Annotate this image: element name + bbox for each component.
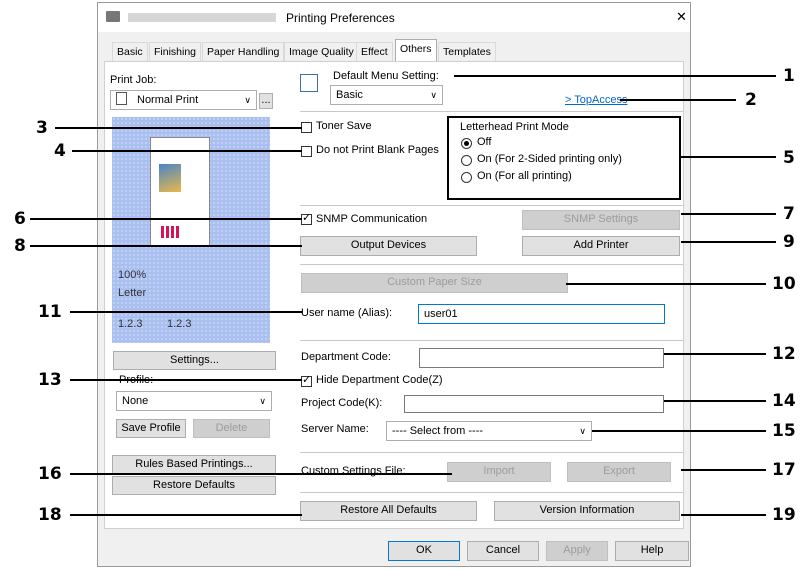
callout-15: 15 bbox=[772, 421, 796, 441]
callout-7: 7 bbox=[783, 204, 795, 224]
callout-12: 12 bbox=[772, 344, 796, 364]
callout-8: 8 bbox=[14, 236, 26, 256]
callout-3: 3 bbox=[36, 118, 48, 138]
callout-14: 14 bbox=[772, 391, 796, 411]
callout-5: 5 bbox=[783, 148, 795, 168]
callout-19: 19 bbox=[772, 505, 796, 525]
callout-6: 6 bbox=[14, 209, 26, 229]
callout-11: 11 bbox=[38, 302, 62, 322]
callout-2: 2 bbox=[745, 90, 757, 110]
callout-1: 1 bbox=[783, 66, 795, 86]
callout-17: 17 bbox=[772, 460, 796, 480]
callout-16: 16 bbox=[38, 464, 62, 484]
callout-13: 13 bbox=[38, 370, 62, 390]
callout-4: 4 bbox=[54, 141, 66, 161]
callout-lines bbox=[30, 75, 776, 516]
callout-18: 18 bbox=[38, 505, 62, 525]
callout-10: 10 bbox=[772, 274, 796, 294]
callout-9: 9 bbox=[783, 232, 795, 252]
